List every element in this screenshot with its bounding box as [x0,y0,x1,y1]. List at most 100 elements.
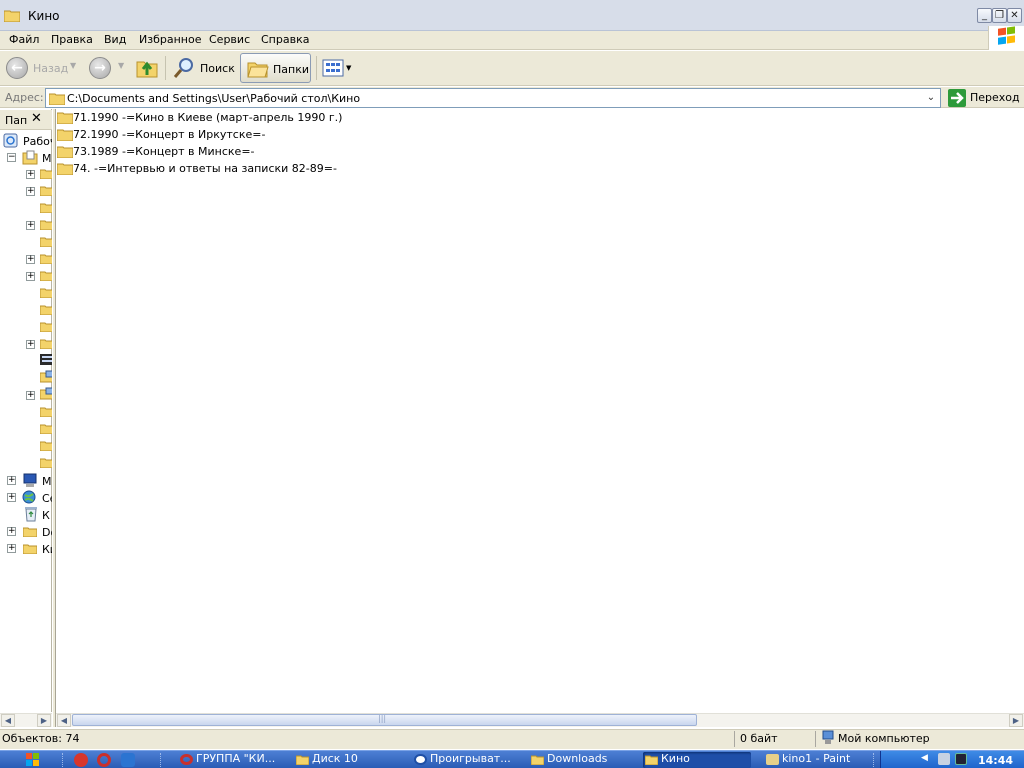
views-icon[interactable] [322,58,344,78]
monitor-tray-icon[interactable] [955,753,967,765]
folder-icon [531,755,544,765]
tray-expand-icon[interactable]: ◀ [921,753,928,763]
expand-toggle[interactable]: + [26,221,35,230]
menu-bar: Файл Правка Вид Избранное Сервис Справка [0,31,1024,50]
menu-edit[interactable]: Правка [48,33,96,46]
folders-pane-header: Пап ✕ [0,110,52,130]
status-divider [734,731,735,747]
folder-icon [296,755,309,765]
tree-my-documents[interactable]: M [42,152,52,165]
menu-help[interactable]: Справка [258,33,312,46]
expand-toggle[interactable]: + [26,391,35,400]
folder-icon [4,10,20,22]
folder-icon [23,544,37,554]
task-label: ГРУППА "КИ... [196,752,276,765]
expand-toggle[interactable]: + [7,527,16,536]
folder-icon [23,527,37,537]
tree-recycle-bin[interactable]: К [42,509,50,522]
expand-toggle[interactable]: + [7,476,16,485]
tree-my-computer[interactable]: M [42,475,52,488]
file-list: 71.1990 -=Кино в Киеве (март-апрель 1990… [56,109,1024,712]
folder-icon [57,112,73,124]
windows-logo [988,26,1024,50]
list-item-label: 74. -=Интервью и ответы на записки 82-89… [73,162,337,175]
go-arrow-icon[interactable] [948,89,966,107]
address-dropdown-button[interactable]: ⌄ [922,89,940,107]
folder-icon [57,146,73,158]
folder-icon [645,755,658,765]
address-label: Адрес: [5,91,44,104]
folder-icon [57,129,73,141]
opera-icon [180,754,193,765]
forward-arrow-icon[interactable]: → [89,57,111,79]
task-label: Кино [661,752,690,765]
ie-icon[interactable] [121,753,135,767]
my-computer-icon [822,730,834,744]
media-player-icon [414,754,427,765]
go-button-label[interactable]: Переход [970,91,1020,104]
folders-button-label: Папки [273,63,309,76]
my-documents-icon [22,150,38,165]
address-value: C:\Documents and Settings\User\Рабочий с… [67,92,361,105]
back-button-label[interactable]: Назад [33,62,68,75]
expand-toggle[interactable]: + [26,272,35,281]
clock[interactable]: 14:44 [978,754,1013,767]
folders-button[interactable]: Папки [240,53,311,83]
my-computer-icon [23,473,37,487]
toolbar-separator [316,56,317,80]
status-divider [815,731,816,747]
network-tray-icon[interactable] [938,753,950,765]
menu-tools[interactable]: Сервис [206,33,253,46]
status-size: 0 байт [740,732,778,745]
window-title: Кино [28,9,60,23]
start-windows-icon[interactable] [24,752,42,767]
status-objects: Объектов: 74 [2,732,80,745]
menu-file[interactable]: Файл [6,33,42,46]
task-downloads[interactable]: Downloads [529,752,633,768]
list-item-label: 71.1990 -=Кино в Киеве (март-апрель 1990… [73,111,343,124]
task-paint[interactable]: kino1 - Paint [764,752,868,768]
address-input[interactable]: C:\Documents and Settings\User\Рабочий с… [45,88,941,108]
task-opera[interactable]: ГРУППА "КИ... [178,752,282,768]
task-kino-active[interactable]: Кино [643,752,751,768]
close-button[interactable]: ✕ [1007,8,1022,23]
task-player[interactable]: Проигрыват... [412,752,520,768]
folder-up-icon[interactable] [136,56,158,78]
menu-view[interactable]: Вид [101,33,129,46]
expand-toggle[interactable]: + [26,340,35,349]
scrollbar-thumb[interactable]: ||| [72,714,697,726]
scroll-left-arrow[interactable]: ◀ [57,714,71,727]
scroll-left-arrow[interactable]: ◀ [1,714,15,727]
title-bar: Кино _ ❐ ✕ [0,0,1024,31]
folder-icon [49,93,65,105]
recycle-bin-icon [25,507,37,522]
collapse-toggle[interactable]: − [7,153,16,162]
expand-toggle[interactable]: + [26,255,35,264]
opera-icon[interactable] [74,753,88,767]
task-disk[interactable]: Диск 10 [294,752,400,768]
scroll-right-arrow[interactable]: ▶ [37,714,51,727]
minimize-button[interactable]: _ [977,8,992,23]
restore-button[interactable]: ❐ [992,8,1007,23]
taskbar-grip [62,753,64,767]
close-pane-icon[interactable]: ✕ [31,111,42,126]
opera-app-icon[interactable] [97,753,111,767]
views-dropdown-icon[interactable]: ▼ [346,64,351,72]
back-arrow-icon[interactable]: ← [6,57,28,79]
expand-toggle[interactable]: + [26,187,35,196]
list-item-label: 72.1990 -=Концерт в Иркутске=- [73,128,266,141]
task-label: Диск 10 [312,752,358,765]
search-button-label[interactable]: Поиск [200,62,235,75]
thumb-grip-icon: ||| [378,714,387,723]
toolbar-separator [165,56,166,80]
search-icon[interactable] [172,56,196,80]
menu-favorites[interactable]: Избранное [136,33,204,46]
expand-toggle[interactable]: + [7,493,16,502]
forward-dropdown-icon[interactable]: ▼ [118,61,124,70]
scroll-right-arrow[interactable]: ▶ [1009,714,1023,727]
taskbar-grip [873,753,875,767]
expand-toggle[interactable]: + [7,544,16,553]
paint-icon [766,754,779,765]
expand-toggle[interactable]: + [26,170,35,179]
back-dropdown-icon[interactable]: ▼ [70,61,76,70]
